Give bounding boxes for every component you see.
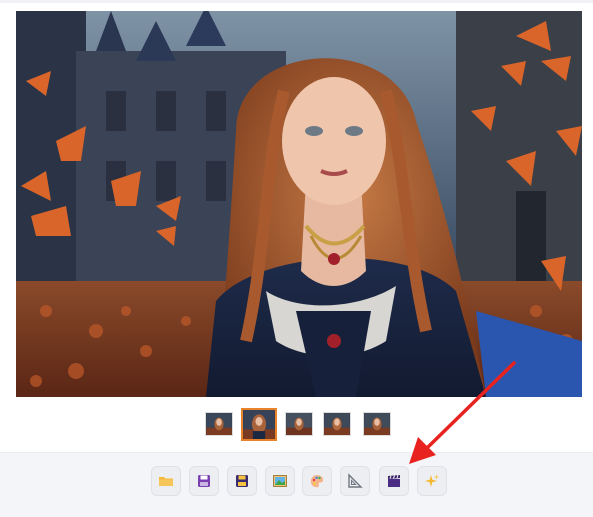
- clapperboard-button[interactable]: [379, 466, 409, 496]
- toolbar: [0, 452, 593, 517]
- thumbnail-strip: [0, 408, 593, 441]
- palette-button[interactable]: [302, 466, 332, 496]
- save-as-icon: [234, 473, 250, 489]
- folder-icon: [158, 473, 174, 489]
- clapperboard-icon: [386, 473, 402, 489]
- main-image[interactable]: [16, 11, 582, 397]
- sparkles-button[interactable]: [417, 466, 447, 496]
- thumbnail-3[interactable]: [285, 412, 313, 436]
- image-button[interactable]: [265, 466, 295, 496]
- portrait-image: [16, 11, 582, 397]
- thumbnail-4[interactable]: [323, 412, 351, 436]
- save-as-button[interactable]: [227, 466, 257, 496]
- sparkles-icon: [424, 473, 440, 489]
- save-icon: [196, 473, 212, 489]
- thumbnail-1[interactable]: [205, 412, 233, 436]
- thumbnail-5[interactable]: [363, 412, 391, 436]
- ruler-button[interactable]: [340, 466, 370, 496]
- save-button[interactable]: [189, 466, 219, 496]
- top-border: [0, 0, 593, 3]
- image-icon: [272, 473, 288, 489]
- palette-icon: [309, 473, 325, 489]
- open-folder-button[interactable]: [151, 466, 181, 496]
- thumbnail-2[interactable]: [241, 408, 277, 441]
- ruler-triangle-icon: [347, 473, 363, 489]
